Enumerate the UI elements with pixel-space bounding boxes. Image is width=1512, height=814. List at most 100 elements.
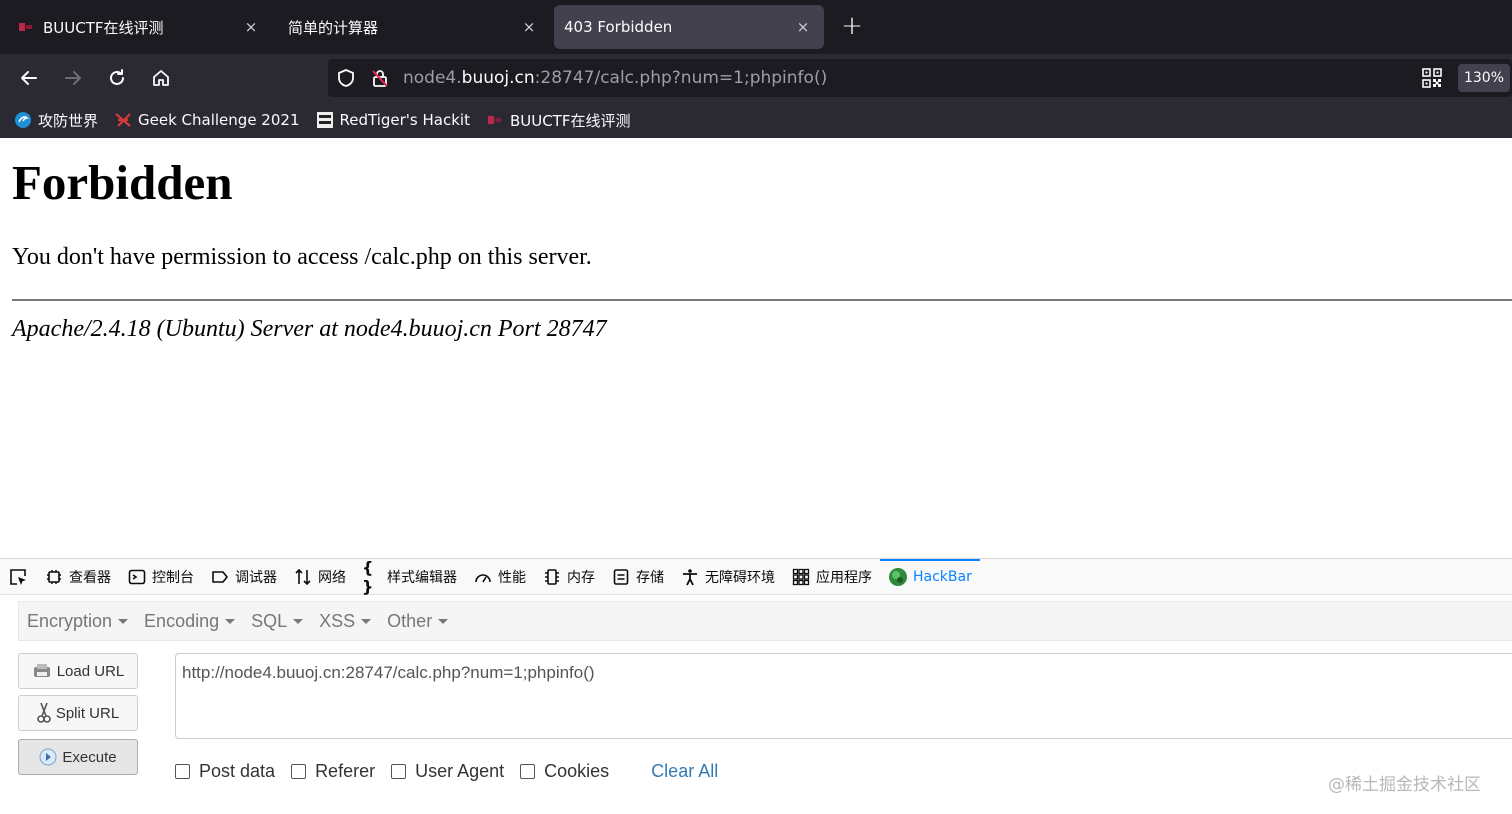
devtools-toolbar: 查看器 控制台 调试器 网络 { } 样式编辑器 性能 内存 存储 无障碍环境 … xyxy=(0,557,1512,596)
execute-button[interactable]: Execute xyxy=(18,739,138,775)
bookmark-label: BUUCTF在线评测 xyxy=(509,111,631,130)
style-editor-icon: { } xyxy=(362,557,374,596)
tab-performance[interactable]: 性能 xyxy=(465,559,534,595)
hackbar-url-input[interactable]: http://node4.buuoj.cn:28747/calc.php?num… xyxy=(175,653,1512,739)
tab-label: 查看器 xyxy=(69,569,111,586)
buuctf-icon xyxy=(486,111,504,129)
close-icon[interactable]: × xyxy=(516,14,542,40)
menu-label: XSS xyxy=(319,610,356,631)
application-icon xyxy=(791,567,811,587)
inspector-icon xyxy=(44,567,64,587)
tab-storage[interactable]: 存储 xyxy=(603,559,672,595)
tab-label: 网络 xyxy=(318,569,346,586)
geek-icon xyxy=(114,111,132,129)
user-agent-checkbox[interactable]: User Agent xyxy=(391,761,504,782)
menu-label: SQL xyxy=(251,610,288,631)
tab-memory[interactable]: 内存 xyxy=(534,559,603,595)
url-prefix: node4. xyxy=(403,68,462,88)
tab-buuctf[interactable]: BUUCTF在线评测 × xyxy=(4,5,272,49)
caret-down-icon xyxy=(293,618,304,624)
split-url-button[interactable]: Split URL xyxy=(18,695,138,731)
debugger-icon xyxy=(210,567,230,587)
memory-icon xyxy=(542,567,562,587)
bookmark-label: Geek Challenge 2021 xyxy=(138,111,300,129)
bookmark-label: 攻防世界 xyxy=(38,111,99,130)
menu-sql[interactable]: SQL xyxy=(251,610,304,632)
zoom-level-badge[interactable]: 130% xyxy=(1458,64,1510,92)
menu-xss[interactable]: XSS xyxy=(319,610,372,632)
element-picker-icon xyxy=(10,568,26,585)
close-icon[interactable]: × xyxy=(790,14,816,40)
bookmarks-toolbar: 攻防世界 Geek Challenge 2021 RedTiger's Hack… xyxy=(0,102,1512,138)
post-data-checkbox[interactable]: Post data xyxy=(175,761,275,782)
network-icon xyxy=(293,567,313,587)
cookies-checkbox[interactable]: Cookies xyxy=(520,761,609,782)
checkbox-box[interactable] xyxy=(175,763,190,779)
checkbox-label: Cookies xyxy=(544,760,610,781)
tab-hackbar[interactable]: HackBar xyxy=(880,558,980,595)
bookmark-redtiger[interactable]: RedTiger's Hackit xyxy=(316,111,470,129)
menu-encoding[interactable]: Encoding xyxy=(144,611,236,632)
home-icon xyxy=(153,70,169,86)
tab-label: 样式编辑器 xyxy=(387,569,457,586)
adworld-icon xyxy=(14,111,32,129)
tab-label: 应用程序 xyxy=(816,569,872,586)
referer-checkbox[interactable]: Referer xyxy=(291,761,375,782)
insecure-lock-icon[interactable] xyxy=(370,68,390,92)
element-picker-button[interactable] xyxy=(0,559,36,595)
new-tab-button[interactable]: + xyxy=(838,11,866,41)
caret-down-icon xyxy=(225,618,236,624)
devtools-panel: 查看器 控制台 调试器 网络 { } 样式编辑器 性能 内存 存储 无障碍环境 … xyxy=(0,558,1512,814)
close-icon[interactable]: × xyxy=(238,14,264,40)
button-label: Load URL xyxy=(56,662,125,680)
load-url-button[interactable]: Load URL xyxy=(18,653,138,689)
bookmark-buuctf[interactable]: BUUCTF在线评测 xyxy=(486,110,631,131)
hackbar-menu: Encryption Encoding SQL XSS Other xyxy=(18,601,1512,641)
forward-button[interactable] xyxy=(57,62,89,94)
reload-button[interactable] xyxy=(101,62,133,94)
performance-icon xyxy=(473,567,493,587)
tab-network[interactable]: 网络 xyxy=(285,559,354,595)
checkbox-label: Referer xyxy=(315,760,376,781)
clear-all-link[interactable]: Clear All xyxy=(651,761,718,782)
tab-accessibility[interactable]: 无障碍环境 xyxy=(672,559,783,595)
forward-arrow-icon xyxy=(65,71,81,85)
menu-encryption[interactable]: Encryption xyxy=(27,611,129,632)
bookmark-label: RedTiger's Hackit xyxy=(339,111,470,129)
error-message: You don't have permission to access /cal… xyxy=(12,244,592,270)
bookmark-adworld[interactable]: 攻防世界 xyxy=(14,110,98,131)
checkbox-box[interactable] xyxy=(520,763,536,779)
checkbox-box[interactable] xyxy=(391,763,407,779)
page-heading: Forbidden xyxy=(12,155,233,210)
tab-title: 简单的计算器 xyxy=(288,18,379,37)
tab-console[interactable]: 控制台 xyxy=(119,559,202,595)
tab-debugger[interactable]: 调试器 xyxy=(202,559,285,595)
page-content: Forbidden You don't have permission to a… xyxy=(0,138,1512,558)
bookmark-geek-challenge[interactable]: Geek Challenge 2021 xyxy=(114,111,300,129)
checkbox-box[interactable] xyxy=(291,763,307,779)
url-host: buuoj.cn xyxy=(461,68,535,88)
divider xyxy=(12,299,1512,301)
watermark: @稀土掘金技术社区 xyxy=(1328,775,1481,795)
tab-label: 内存 xyxy=(567,569,595,586)
load-url-icon xyxy=(32,663,52,679)
tab-403-forbidden[interactable]: 403 Forbidden × xyxy=(554,5,824,49)
navigation-toolbar: node4.buuoj.cn:28747/calc.php?num=1;phpi… xyxy=(0,54,1512,102)
caret-down-icon xyxy=(438,618,449,624)
tab-inspector[interactable]: 查看器 xyxy=(36,559,119,595)
qr-code-icon[interactable] xyxy=(1422,68,1442,92)
caret-down-icon xyxy=(361,618,372,624)
menu-other[interactable]: Other xyxy=(387,611,449,632)
back-button[interactable] xyxy=(13,62,45,94)
url-path: :28747/calc.php?num=1;phpinfo() xyxy=(534,68,828,88)
home-button[interactable] xyxy=(145,62,177,94)
url-bar[interactable]: node4.buuoj.cn:28747/calc.php?num=1;phpi… xyxy=(328,59,1512,97)
accessibility-icon xyxy=(680,567,700,587)
tab-calculator[interactable]: 简单的计算器 × xyxy=(274,5,550,49)
url-text[interactable]: node4.buuoj.cn:28747/calc.php?num=1;phpi… xyxy=(403,68,827,88)
tab-style-editor[interactable]: { } 样式编辑器 xyxy=(354,557,465,596)
hackbar-options: Post data Referer User Agent Cookies Cle… xyxy=(175,759,718,783)
tracking-shield-icon[interactable] xyxy=(336,68,356,92)
tab-application[interactable]: 应用程序 xyxy=(783,559,880,595)
storage-icon xyxy=(611,567,631,587)
